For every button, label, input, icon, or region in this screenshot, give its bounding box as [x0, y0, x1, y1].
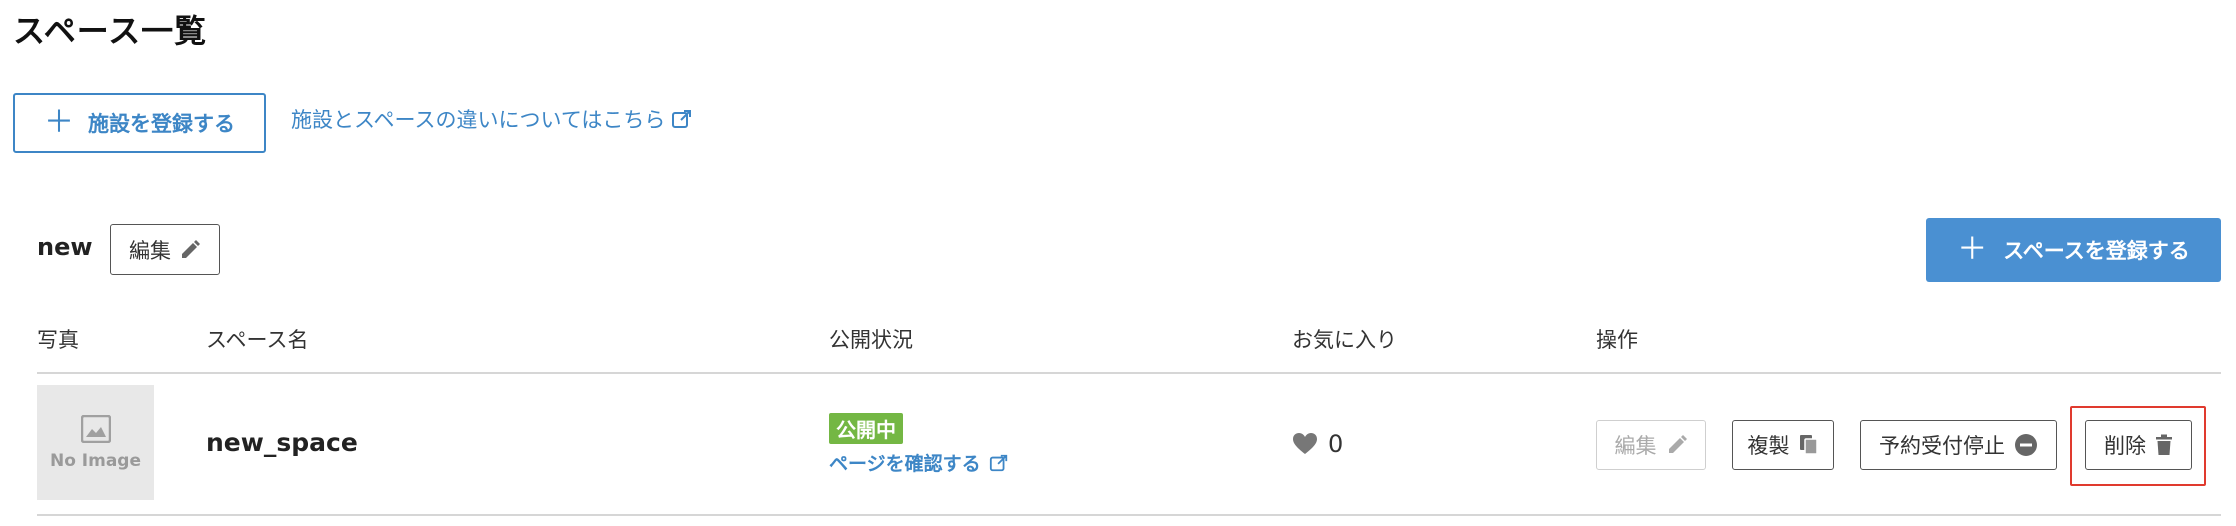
favorites-count: 0 [1292, 430, 1343, 458]
space-photo-placeholder: No Image [37, 385, 154, 500]
minus-circle-icon [2015, 434, 2037, 456]
page-title: スペース一覧 [13, 12, 208, 50]
table-row-divider [37, 514, 2221, 516]
status-badge: 公開中 [829, 413, 903, 444]
stop-reservations-label: 予約受付停止 [1879, 434, 2005, 458]
heart-icon [1293, 433, 1317, 454]
plus-icon: ＋ [1957, 232, 1988, 267]
facility-space-difference-link[interactable]: 施設とスペースの違いについてはこちら [291, 104, 693, 134]
plus-icon: ＋ [44, 105, 74, 140]
favorites-count-value: 0 [1328, 430, 1344, 458]
duplicate-space-button[interactable]: 複製 [1732, 420, 1834, 470]
register-space-button[interactable]: ＋ スペースを登録する [1926, 218, 2221, 282]
pencil-icon [1668, 435, 1687, 453]
edit-space-label: 編集 [1614, 434, 1657, 458]
column-header-favorites: お気に入り [1292, 328, 1397, 352]
delete-highlight-box [2070, 406, 2206, 486]
pencil-icon [182, 239, 200, 258]
group-name: new [37, 233, 93, 261]
no-image-label: No Image [49, 450, 142, 471]
info-link-label: 施設とスペースの違いについてはこちら [291, 108, 666, 132]
column-header-space-name: スペース名 [206, 328, 309, 352]
table-header-divider [37, 372, 2221, 374]
view-page-link[interactable]: ページを確認する [829, 449, 1009, 476]
external-link-icon [989, 454, 1007, 471]
view-page-label: ページを確認する [829, 453, 981, 475]
register-space-label: スペースを登録する [2003, 239, 2190, 263]
edit-group-button[interactable]: 編集 [110, 224, 220, 275]
edit-space-button[interactable]: 編集 [1596, 420, 1706, 470]
duplicate-label: 複製 [1747, 434, 1790, 458]
column-header-operations: 操作 [1596, 328, 1638, 352]
edit-group-label: 編集 [129, 238, 171, 263]
image-placeholder-icon [80, 414, 111, 443]
column-header-photo: 写真 [37, 328, 79, 352]
space-name[interactable]: new_space [206, 428, 358, 457]
copy-icon [1799, 435, 1818, 455]
stop-reservations-button[interactable]: 予約受付停止 [1860, 420, 2057, 470]
external-link-icon [672, 110, 692, 128]
register-facility-label: 施設を登録する [88, 112, 235, 136]
column-header-status: 公開状況 [829, 328, 913, 352]
register-facility-button[interactable]: ＋ 施設を登録する [13, 93, 266, 153]
